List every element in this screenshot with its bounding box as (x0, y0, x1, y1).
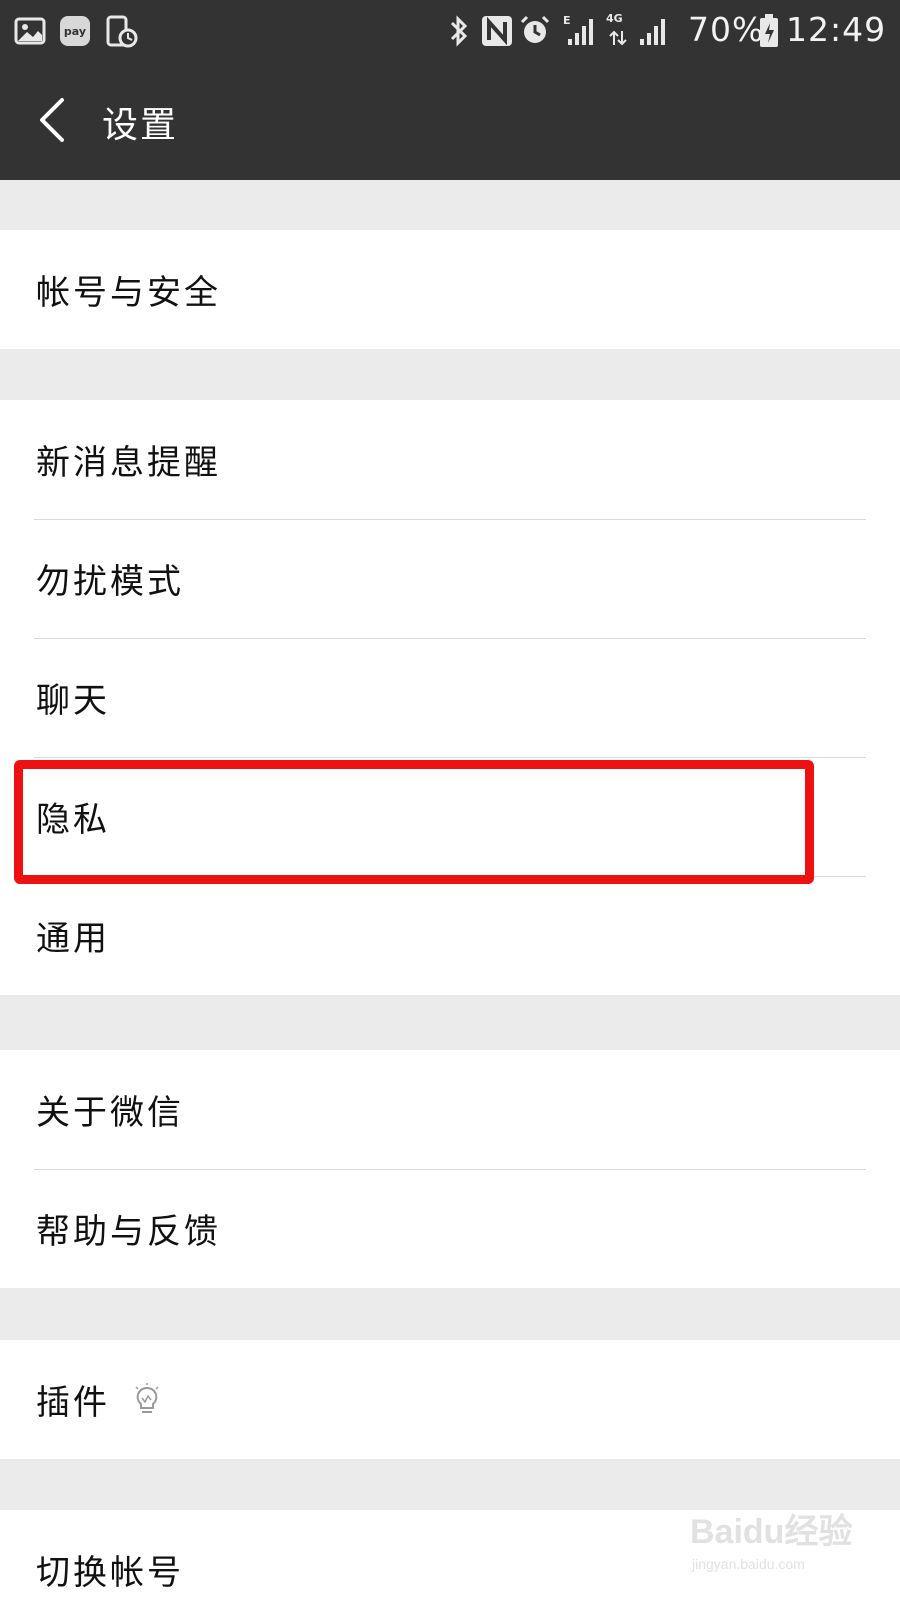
list-item-label: 关于微信 (36, 1093, 184, 1133)
settings-group-about: 关于微信 帮助与反馈 (0, 1050, 900, 1288)
header-bar: 设置 (0, 62, 900, 180)
battery-icon (758, 12, 780, 50)
list-item-switch-account[interactable]: 切换帐号 (0, 1510, 900, 1600)
status-bar: pay E 4G 70% 12:49 (0, 0, 900, 62)
settings-group-account: 帐号与安全 (0, 230, 900, 349)
list-item-chat[interactable]: 聊天 (0, 638, 900, 757)
list-item-plugins[interactable]: 插件 (0, 1340, 900, 1459)
list-item-account-security[interactable]: 帐号与安全 (0, 230, 900, 349)
list-item-privacy[interactable]: 隐私 (0, 757, 900, 876)
list-item-general[interactable]: 通用 (0, 876, 900, 995)
list-item-label: 帐号与安全 (36, 273, 221, 313)
list-item-label: 聊天 (36, 681, 110, 721)
list-item-label: 勿扰模式 (36, 562, 184, 602)
bluetooth-icon (448, 12, 470, 50)
list-item-label: 插件 (36, 1383, 110, 1423)
settings-group-switch-account: 切换帐号 (0, 1510, 900, 1600)
settings-group-plugins: 插件 (0, 1340, 900, 1459)
settings-group-main: 新消息提醒 勿扰模式 聊天 隐私 通用 (0, 400, 900, 995)
list-item-label: 隐私 (36, 800, 110, 840)
network-4g-label: 4G (606, 12, 623, 25)
gallery-icon (14, 12, 46, 50)
alarm-icon (518, 12, 552, 50)
settings-screen: pay E 4G 70% 12:49 设置 帐号与安全 新消息提醒 勿扰模式 聊… (0, 0, 900, 1600)
back-arrow-icon (40, 98, 64, 142)
pay-icon: pay (60, 16, 90, 46)
signal-icon (566, 12, 596, 50)
signal-icon (638, 12, 668, 50)
nfc-icon (480, 12, 514, 50)
list-item-label: 通用 (36, 919, 110, 959)
lightbulb-icon (132, 1382, 162, 1417)
battery-percent: 70% (688, 10, 765, 49)
list-item-label: 新消息提醒 (36, 443, 221, 483)
back-button[interactable] (22, 80, 82, 160)
pay-label: pay (63, 24, 87, 38)
clock: 12:49 (786, 10, 887, 49)
list-item-label: 帮助与反馈 (36, 1212, 221, 1252)
list-item-about-wechat[interactable]: 关于微信 (0, 1050, 900, 1169)
list-item-new-message-notifications[interactable]: 新消息提醒 (0, 400, 900, 519)
list-item-label: 切换帐号 (36, 1553, 184, 1593)
list-item-help-feedback[interactable]: 帮助与反馈 (0, 1169, 900, 1288)
data-arrows-icon (608, 28, 628, 48)
list-item-do-not-disturb[interactable]: 勿扰模式 (0, 519, 900, 638)
screen-timer-icon (104, 12, 138, 50)
page-title: 设置 (102, 105, 179, 146)
